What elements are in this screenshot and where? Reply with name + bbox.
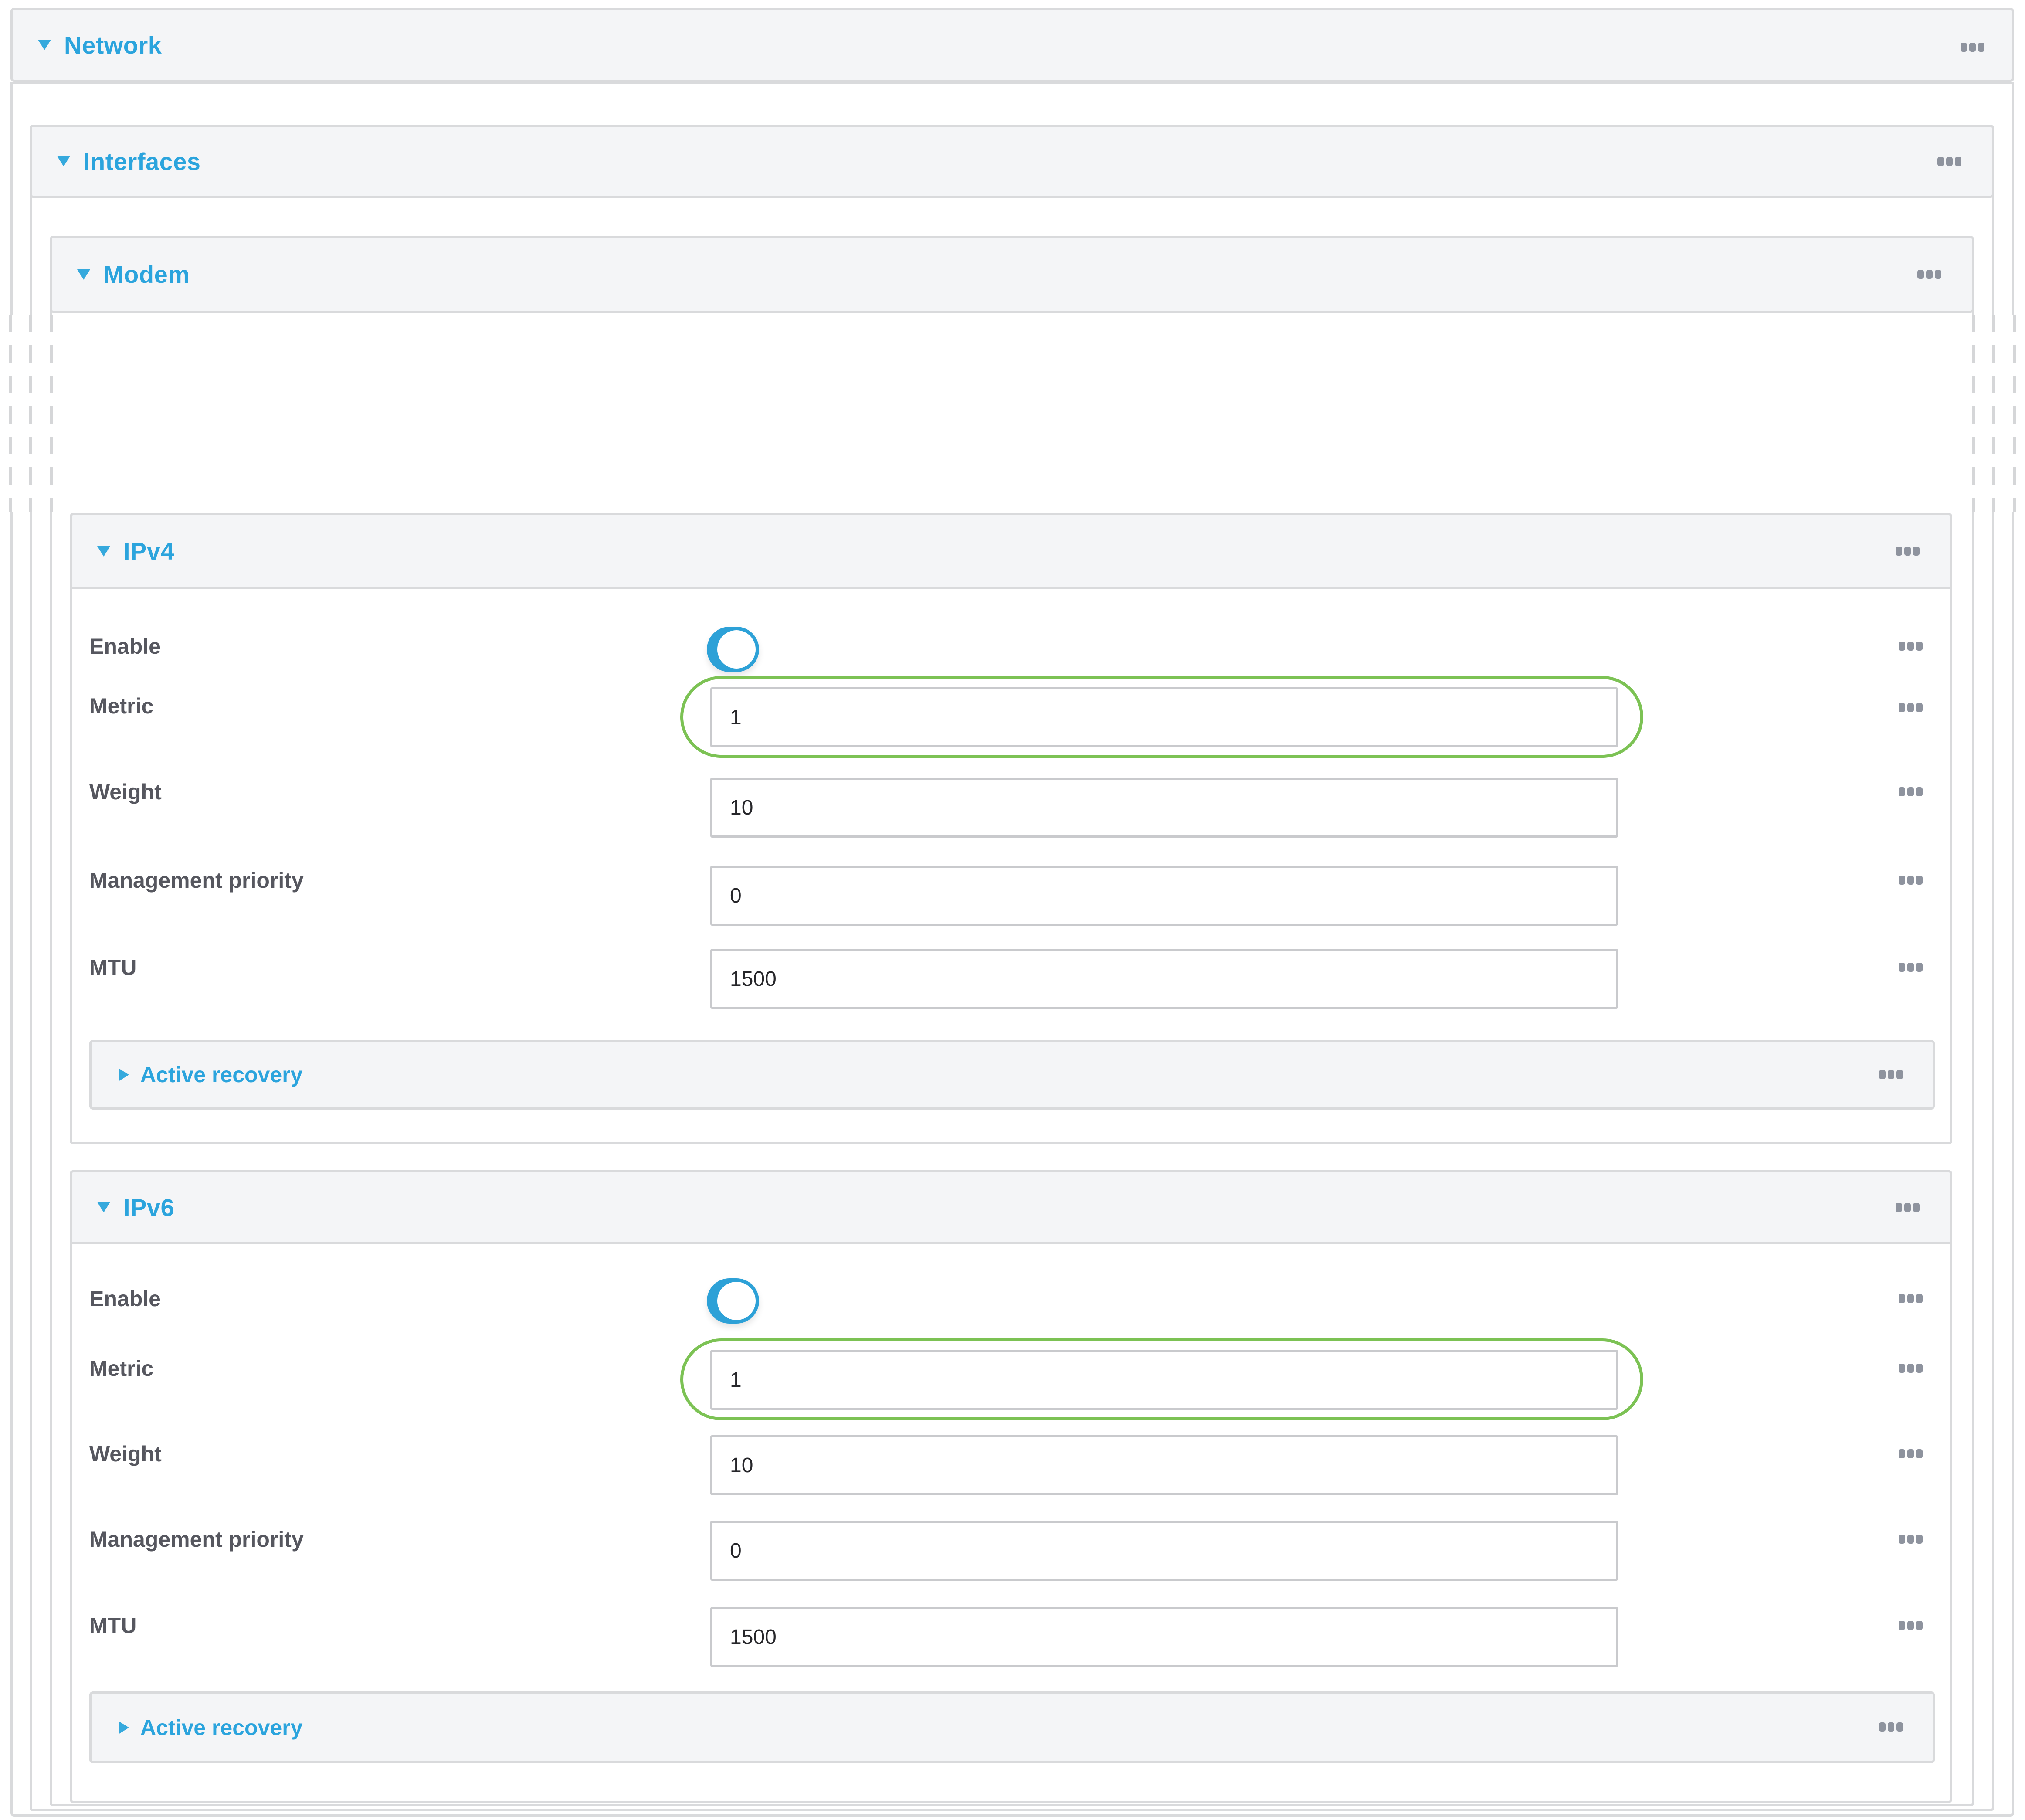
ipv4-mtu-label: MTU xyxy=(89,957,136,978)
ipv4-metric-label: Metric xyxy=(89,695,153,717)
modem-section-header[interactable]: Modem xyxy=(50,236,1974,313)
ipv4-metric-input[interactable] xyxy=(710,687,1618,747)
ipv6-weight-input[interactable] xyxy=(710,1435,1618,1495)
ipv6-active-recovery-title: Active recovery xyxy=(140,1715,302,1740)
ipv6-mtu-label: MTU xyxy=(89,1615,136,1637)
chevron-down-icon[interactable] xyxy=(57,156,70,166)
ipv6-mtu-input[interactable] xyxy=(710,1607,1618,1667)
ipv6-weight-menu-dots-icon[interactable] xyxy=(1899,1449,1923,1458)
ipv6-active-recovery-menu-dots-icon[interactable] xyxy=(1879,1722,1903,1732)
ipv6-weight-label: Weight xyxy=(89,1443,162,1465)
ipv6-metric-menu-dots-icon[interactable] xyxy=(1899,1364,1923,1373)
ipv4-weight-menu-dots-icon[interactable] xyxy=(1899,787,1923,796)
interfaces-menu-dots-icon[interactable] xyxy=(1937,157,1961,166)
modem-menu-dots-icon[interactable] xyxy=(1917,270,1941,279)
ipv4-metric-menu-dots-icon[interactable] xyxy=(1899,703,1923,712)
chevron-down-icon[interactable] xyxy=(97,1202,110,1212)
ipv6-menu-dots-icon[interactable] xyxy=(1896,1203,1920,1212)
device-config-page: Network Interfaces Modem IPv4 Enable Met… xyxy=(0,0,2025,1820)
ipv4-weight-input[interactable] xyxy=(710,778,1618,838)
toggle-knob xyxy=(717,1282,756,1320)
chevron-down-icon[interactable] xyxy=(77,269,90,280)
ipv4-management-priority-input[interactable] xyxy=(710,866,1618,926)
modem-section-title: Modem xyxy=(103,260,190,289)
ipv4-enable-menu-dots-icon[interactable] xyxy=(1899,642,1923,651)
dashed-border-right-inner xyxy=(1972,315,1975,512)
network-section-title: Network xyxy=(64,31,162,59)
network-section-header[interactable]: Network xyxy=(10,8,2014,82)
dashed-border-left-inner xyxy=(50,315,53,512)
ipv4-section-header[interactable]: IPv4 xyxy=(70,513,1952,589)
ipv4-section-title: IPv4 xyxy=(123,537,174,565)
ipv4-weight-label: Weight xyxy=(89,781,162,803)
dashed-border-right-outer xyxy=(2013,315,2016,512)
ipv6-section-header[interactable]: IPv6 xyxy=(70,1170,1952,1244)
ipv4-management-priority-menu-dots-icon[interactable] xyxy=(1899,876,1923,885)
ipv6-section-title: IPv6 xyxy=(123,1193,174,1222)
ipv6-metric-label: Metric xyxy=(89,1358,153,1379)
interfaces-section-header[interactable]: Interfaces xyxy=(30,125,1994,198)
interfaces-section-title: Interfaces xyxy=(83,147,201,176)
dashed-border-left-outer xyxy=(9,315,12,512)
omitted-content-band xyxy=(0,315,2025,512)
ipv4-mtu-menu-dots-icon[interactable] xyxy=(1899,963,1923,972)
ipv4-active-recovery-header[interactable]: Active recovery xyxy=(89,1040,1935,1110)
ipv4-menu-dots-icon[interactable] xyxy=(1896,547,1920,556)
ipv6-enable-label: Enable xyxy=(89,1288,161,1310)
ipv4-enable-label: Enable xyxy=(89,635,161,657)
ipv6-active-recovery-header[interactable]: Active recovery xyxy=(89,1691,1935,1763)
dashed-border-right-middle xyxy=(1992,315,1995,512)
ipv6-enable-menu-dots-icon[interactable] xyxy=(1899,1294,1923,1303)
chevron-down-icon[interactable] xyxy=(97,546,110,557)
chevron-down-icon[interactable] xyxy=(38,40,51,50)
ipv4-enable-toggle[interactable] xyxy=(707,627,759,672)
chevron-right-icon[interactable] xyxy=(119,1721,129,1734)
ipv4-mtu-input[interactable] xyxy=(710,949,1618,1009)
dashed-border-left-middle xyxy=(29,315,32,512)
network-menu-dots-icon[interactable] xyxy=(1961,43,1984,52)
ipv6-enable-toggle[interactable] xyxy=(707,1278,759,1324)
ipv4-management-priority-label: Management priority xyxy=(89,869,304,891)
ipv6-metric-input[interactable] xyxy=(710,1350,1618,1410)
ipv4-active-recovery-title: Active recovery xyxy=(140,1062,302,1087)
ipv4-active-recovery-menu-dots-icon[interactable] xyxy=(1879,1070,1903,1079)
ipv6-management-priority-menu-dots-icon[interactable] xyxy=(1899,1535,1923,1544)
ipv6-management-priority-input[interactable] xyxy=(710,1521,1618,1581)
ipv6-mtu-menu-dots-icon[interactable] xyxy=(1899,1621,1923,1630)
ipv6-management-priority-label: Management priority xyxy=(89,1528,304,1550)
chevron-right-icon[interactable] xyxy=(119,1068,129,1081)
toggle-knob xyxy=(717,630,756,669)
